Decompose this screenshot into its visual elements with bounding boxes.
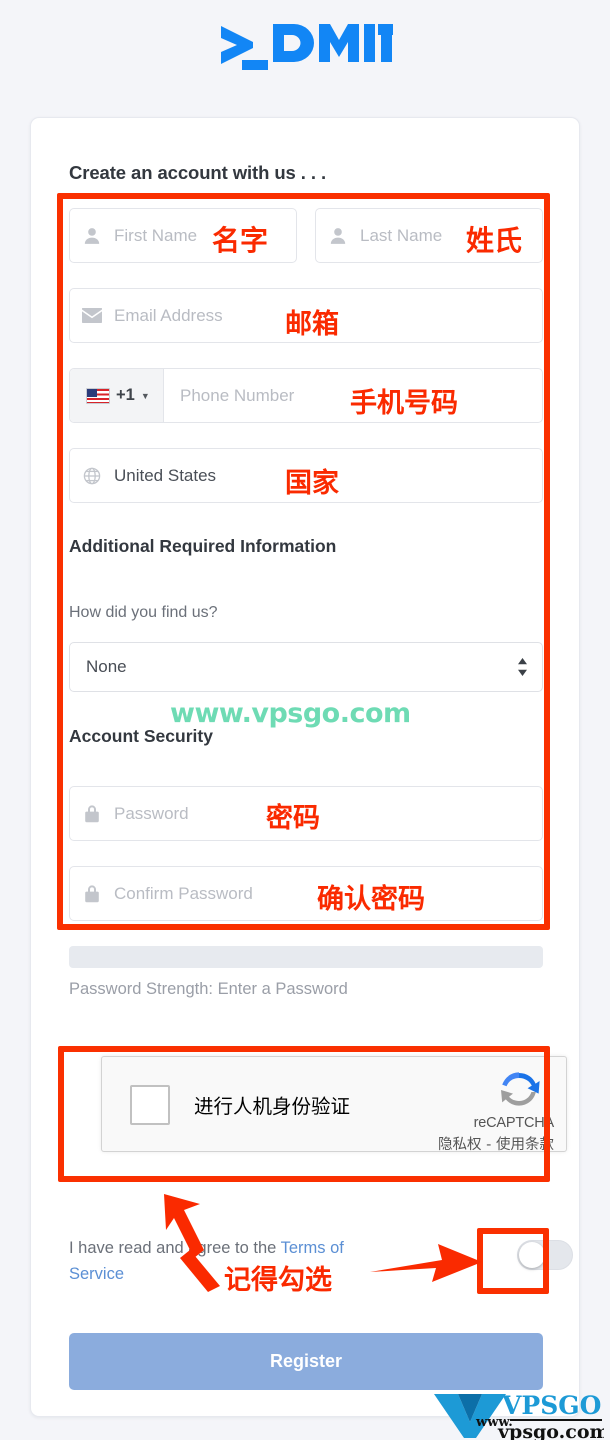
annotation-confirm-password: 确认密码 (317, 884, 425, 915)
how-did-you-find-us-select[interactable]: None (69, 642, 543, 692)
register-button[interactable]: Register (69, 1333, 543, 1390)
annotation-password: 密码 (266, 803, 320, 834)
lock-icon (70, 804, 114, 823)
watermark-vpsgo-logo: VPSGO www. vpsgo.com VPSGO vpsgo.com (432, 1388, 610, 1440)
password-placeholder: Password (114, 803, 189, 823)
globe-icon (70, 467, 114, 485)
annotation-remember-to-check: 记得勾选 (224, 1265, 332, 1296)
last-name-placeholder: Last Name (360, 225, 443, 245)
envelope-icon (70, 308, 114, 323)
phone-field[interactable]: +1 ▼ Phone Number (69, 368, 543, 423)
recaptcha-checkbox[interactable] (130, 1085, 170, 1125)
toggle-knob (519, 1242, 545, 1268)
account-security-heading: Account Security (69, 726, 213, 746)
recaptcha-label: 进行人机身份验证 (194, 1095, 351, 1118)
watermark-vpsgo-text: www.vpsgo.com (170, 698, 411, 729)
annotation-country: 国家 (285, 468, 339, 499)
phone-placeholder: Phone Number (180, 385, 295, 405)
us-flag-icon (86, 387, 110, 404)
country-value: United States (114, 465, 217, 485)
password-strength-bar (69, 946, 543, 968)
annotation-first-name: 名字 (212, 224, 269, 257)
confirm-password-field[interactable]: Confirm Password (69, 866, 543, 921)
additional-info-heading: Additional Required Information (69, 536, 337, 556)
chevron-down-icon: ▼ (140, 390, 150, 401)
phone-country-selector[interactable]: +1 ▼ (70, 369, 164, 422)
annotation-email: 邮箱 (285, 309, 339, 340)
recaptcha-terms[interactable]: 隐私权 - 使用条款 (438, 1133, 554, 1154)
svg-text:VPSGO: VPSGO (501, 1391, 601, 1420)
email-placeholder: Email Address (114, 305, 223, 325)
lock-icon (70, 884, 114, 903)
user-icon (316, 227, 360, 245)
annotation-last-name: 姓氏 (466, 224, 523, 257)
confirm-password-placeholder: Confirm Password (114, 883, 253, 903)
phone-country-code: +1 (116, 386, 135, 404)
terms-prefix: I have read and agree to the (69, 1239, 281, 1257)
how-did-you-find-us-value: None (86, 657, 127, 676)
recaptcha-icon (494, 1067, 544, 1118)
how-did-you-find-us-label: How did you find us? (69, 604, 218, 621)
registration-page: >_DMIT Create an account with us . . . F… (0, 0, 610, 1440)
first-name-placeholder: First Name (114, 225, 198, 245)
annotation-phone: 手机号码 (350, 388, 458, 419)
page-title: Create an account with us . . . (69, 162, 326, 183)
recaptcha-widget[interactable]: 进行人机身份验证 reCAPTCHA 隐私权 - 使用条款 (101, 1056, 567, 1154)
terms-toggle[interactable] (517, 1240, 573, 1270)
select-stepper-icon (517, 658, 528, 676)
recaptcha-brand: reCAPTCHA (473, 1115, 555, 1131)
dmit-logo-icon (221, 24, 393, 70)
vpsgo-logo-icon: VPSGO www. vpsgo.com (434, 1391, 610, 1440)
user-icon (70, 227, 114, 245)
svg-text:vpsgo.com: vpsgo.com (497, 1421, 604, 1440)
password-strength-text: Password Strength: Enter a Password (69, 980, 348, 998)
dmit-logo (0, 18, 610, 79)
